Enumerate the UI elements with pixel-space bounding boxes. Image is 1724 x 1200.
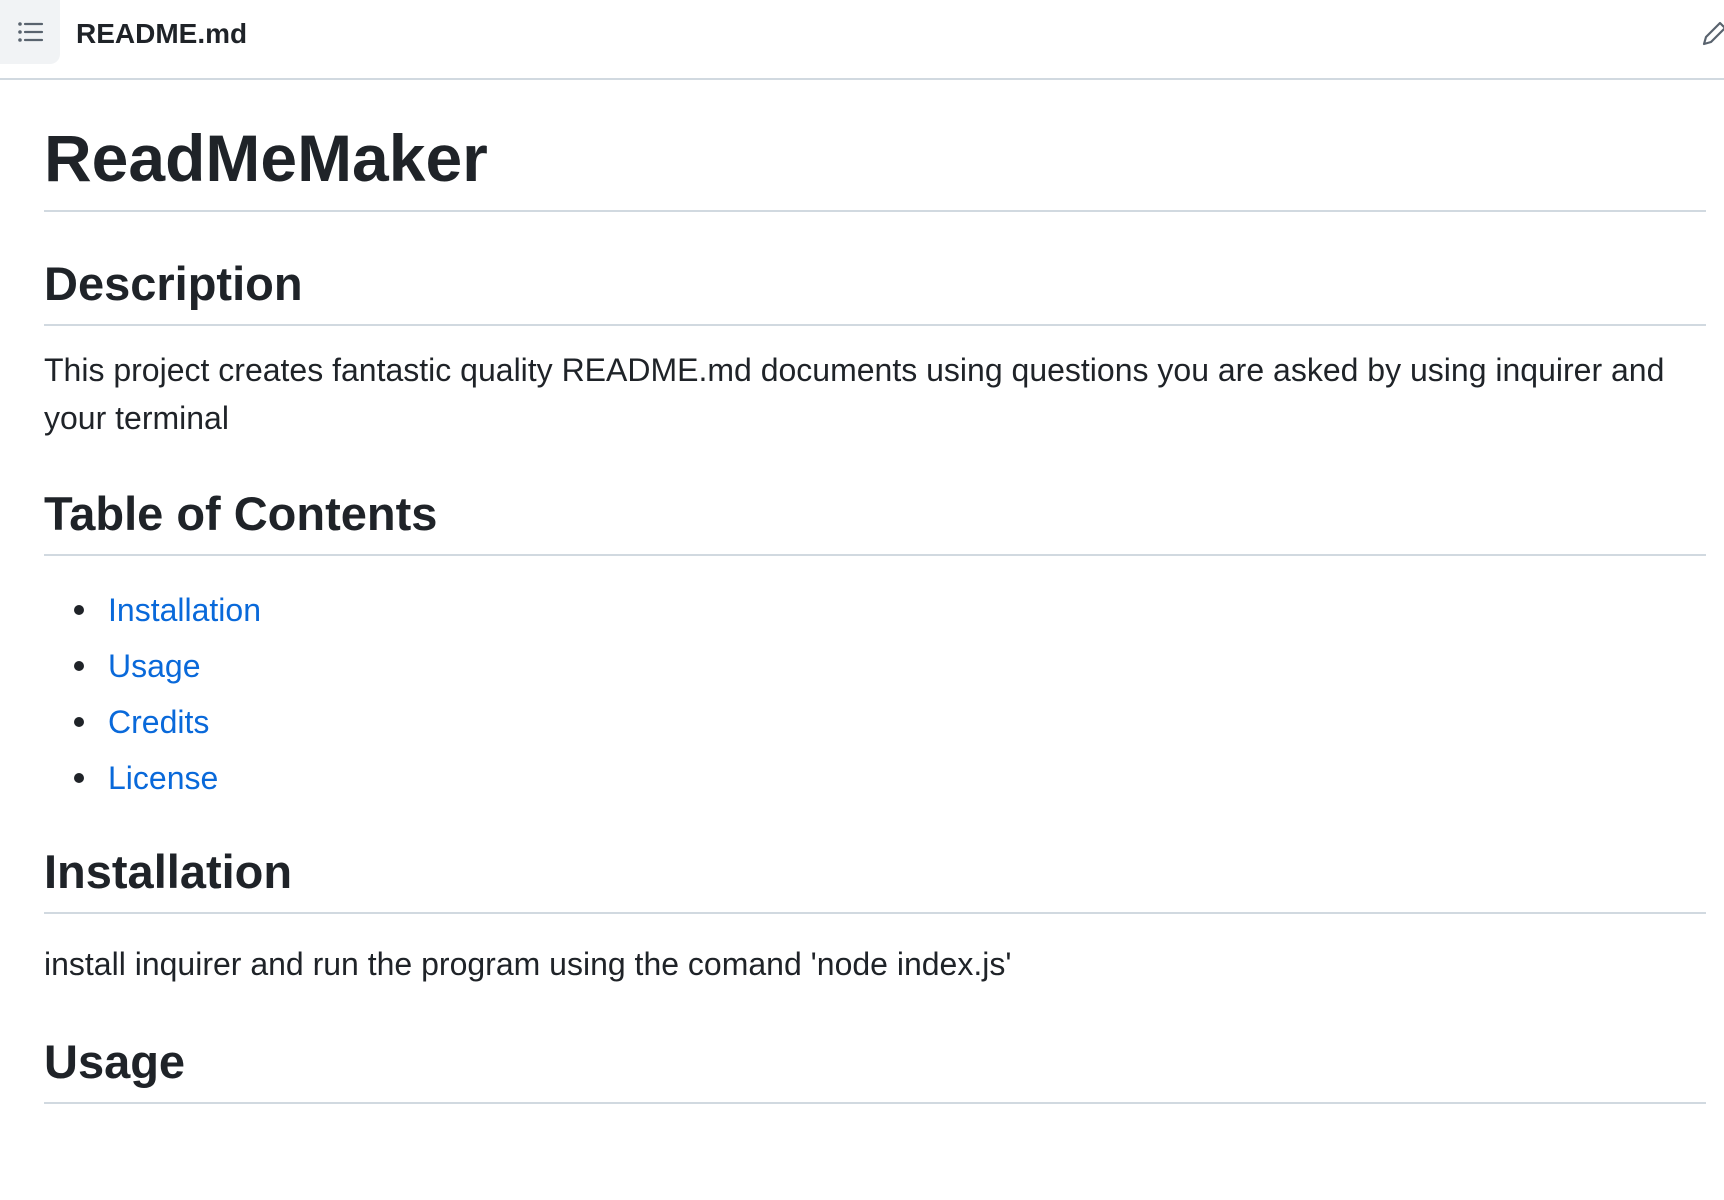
list-item: Credits: [44, 694, 1706, 750]
toc-heading: Table of Contents: [44, 484, 1706, 556]
outline-toggle-button[interactable]: [0, 0, 60, 64]
list-item: License: [44, 750, 1706, 806]
toc-list: Installation Usage Credits License: [44, 582, 1706, 806]
file-header: README.md: [0, 0, 1724, 80]
file-name: README.md: [76, 18, 248, 49]
readme-content: ReadMeMaker Description This project cre…: [44, 80, 1706, 1104]
description-text: This project creates fantastic quality R…: [44, 352, 1665, 436]
toc-link-installation[interactable]: Installation: [108, 582, 261, 638]
usage-heading: Usage: [44, 1032, 1706, 1104]
toc-link-credits[interactable]: Credits: [108, 694, 209, 750]
bullet-icon: [74, 773, 84, 783]
toc-link-license[interactable]: License: [108, 750, 218, 806]
bullet-icon: [74, 661, 84, 671]
installation-heading: Installation: [44, 842, 1706, 914]
list-item: Usage: [44, 638, 1706, 694]
bullet-icon: [74, 605, 84, 615]
edit-file-button[interactable]: [1700, 18, 1724, 52]
installation-text: install inquirer and run the program usi…: [44, 946, 1012, 982]
description-heading: Description: [44, 254, 1706, 326]
toc-link-usage[interactable]: Usage: [108, 638, 201, 694]
pencil-icon: [1702, 21, 1724, 46]
list-unordered-icon: [18, 22, 44, 42]
list-item: Installation: [44, 582, 1706, 638]
readme-title: ReadMeMaker: [44, 80, 1706, 212]
bullet-icon: [74, 717, 84, 727]
